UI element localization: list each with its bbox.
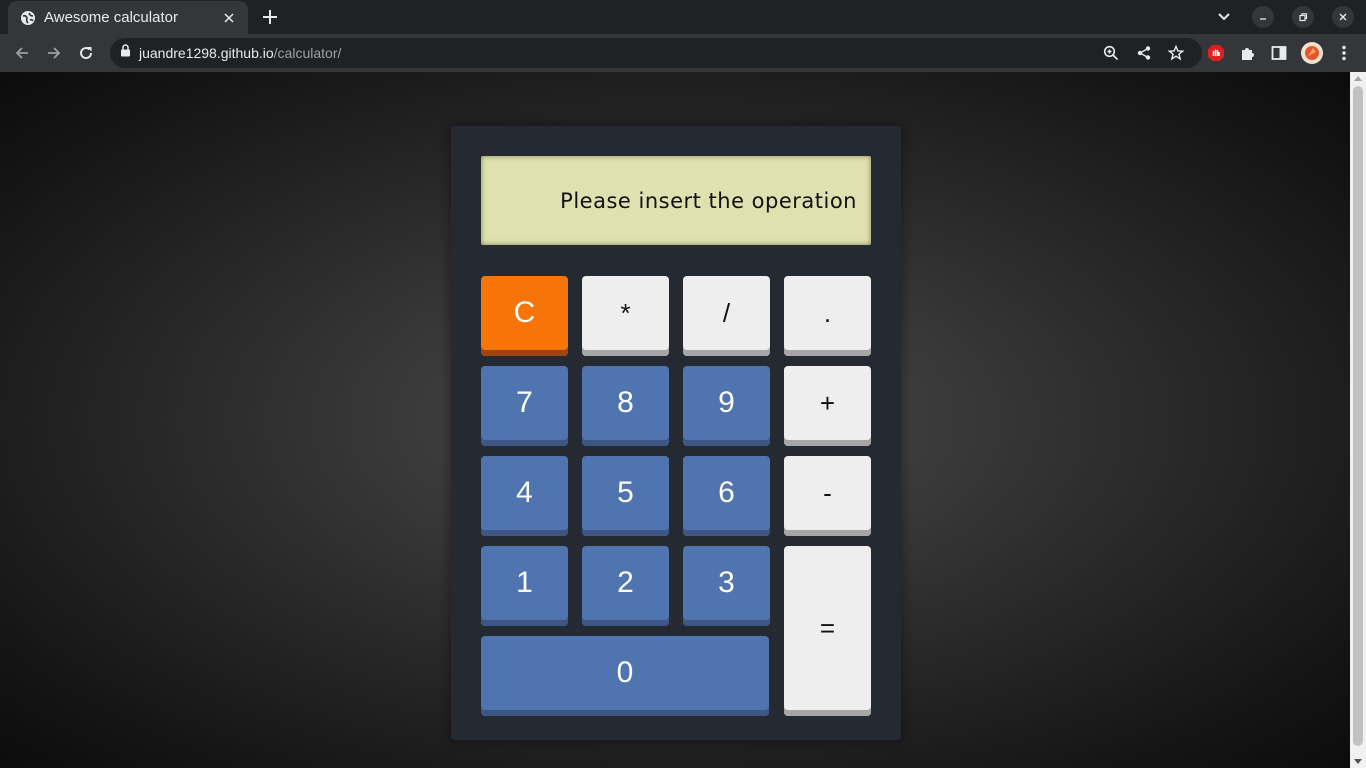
calculator: Please insert the operation C * / . 7 8 … <box>451 126 901 740</box>
calculator-display: Please insert the operation <box>481 156 871 245</box>
digit-4-button[interactable]: 4 <box>481 456 568 536</box>
star-icon[interactable] <box>1164 41 1188 65</box>
digit-9-button[interactable]: 9 <box>683 366 770 446</box>
digit-8-button[interactable]: 8 <box>582 366 669 446</box>
multiply-button[interactable]: * <box>582 276 669 356</box>
digit-2-button[interactable]: 2 <box>582 546 669 626</box>
digit-5-button[interactable]: 5 <box>582 456 669 536</box>
tab-active[interactable]: Awesome calculator <box>8 1 248 34</box>
address-bar[interactable]: juandre1298.github.io/calculator/ <box>110 38 1202 68</box>
plus-icon[interactable] <box>258 5 282 29</box>
minus-button[interactable]: - <box>784 456 871 536</box>
clear-button[interactable]: C <box>481 276 568 356</box>
vertical-scrollbar[interactable] <box>1350 72 1366 768</box>
close-icon[interactable] <box>220 9 238 27</box>
scrollbar-thumb[interactable] <box>1353 86 1363 746</box>
kebab-menu-icon[interactable] <box>1332 41 1356 65</box>
restore-icon[interactable] <box>1292 6 1314 28</box>
extension-shield-icon[interactable] <box>1204 41 1228 65</box>
share-icon[interactable] <box>1132 41 1156 65</box>
globe-icon <box>20 10 36 26</box>
page-viewport: Please insert the operation C * / . 7 8 … <box>0 72 1350 768</box>
minimize-icon[interactable] <box>1252 6 1274 28</box>
tab-strip: Awesome calculator <box>0 0 1366 34</box>
tab-title: Awesome calculator <box>44 9 178 26</box>
side-panel-icon[interactable] <box>1267 41 1291 65</box>
plus-button[interactable]: + <box>784 366 871 446</box>
digit-3-button[interactable]: 3 <box>683 546 770 626</box>
equals-button[interactable]: = <box>784 546 871 716</box>
url-text: juandre1298.github.io/calculator/ <box>139 45 341 61</box>
digit-7-button[interactable]: 7 <box>481 366 568 446</box>
forward-icon[interactable] <box>42 41 66 65</box>
digit-6-button[interactable]: 6 <box>683 456 770 536</box>
back-icon[interactable] <box>10 41 34 65</box>
url-path: /calculator/ <box>273 45 342 61</box>
divide-button[interactable]: / <box>683 276 770 356</box>
close-icon[interactable] <box>1332 6 1354 28</box>
decimal-button[interactable]: . <box>784 276 871 356</box>
url-host: juandre1298.github.io <box>139 45 274 61</box>
puzzle-icon[interactable] <box>1236 41 1260 65</box>
chevron-down-icon[interactable] <box>1213 6 1235 28</box>
profile-avatar[interactable] <box>1300 41 1324 65</box>
scroll-down-arrow-icon[interactable] <box>1354 759 1362 764</box>
zoom-icon[interactable] <box>1099 41 1123 65</box>
lock-icon[interactable] <box>120 44 131 62</box>
reload-icon[interactable] <box>74 41 98 65</box>
digit-0-button[interactable]: 0 <box>481 636 769 716</box>
digit-1-button[interactable]: 1 <box>481 546 568 626</box>
scroll-up-arrow-icon[interactable] <box>1354 76 1362 81</box>
browser-toolbar: juandre1298.github.io/calculator/ <box>0 34 1366 72</box>
display-text: Please insert the operation <box>560 188 857 213</box>
